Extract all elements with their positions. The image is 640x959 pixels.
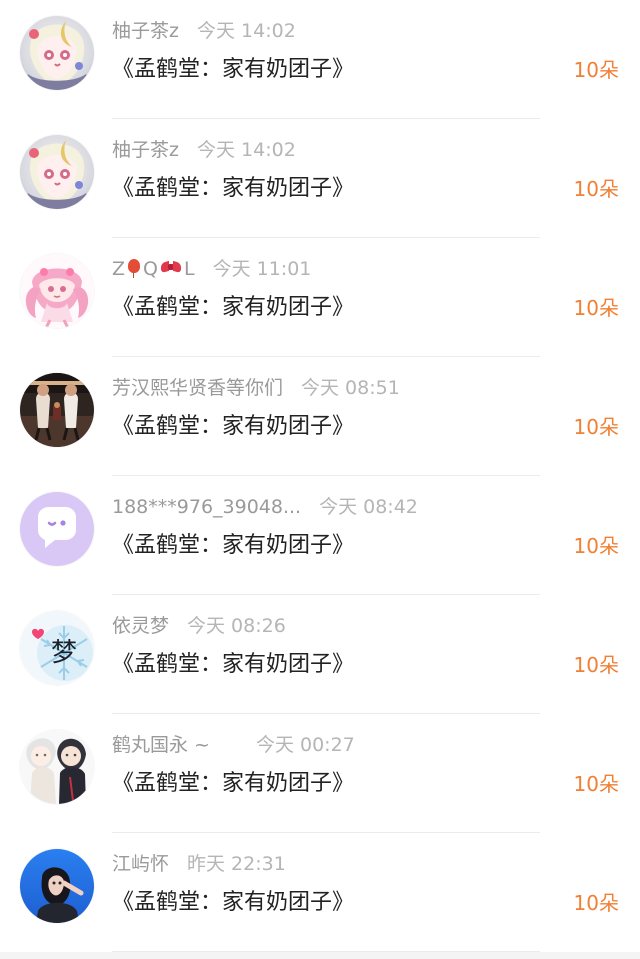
name-prefix: Z <box>112 258 126 280</box>
user-meta: 柚子茶z 今天 14:02 <box>112 18 296 44</box>
user-meta: 柚子茶z 今天 14:02 <box>112 137 296 163</box>
user-meta: Z Q L 今天 11:01 <box>112 256 311 282</box>
ribbon-knot <box>168 264 174 270</box>
list-item[interactable]: 芳汉熙华贤香等你们 今天 08:51 《孟鹤堂：家有奶团子》 10朵 <box>0 357 640 476</box>
work-title[interactable]: 《孟鹤堂：家有奶团子》 <box>112 768 354 800</box>
timestamp: 今天 08:42 <box>319 496 418 518</box>
name-middle: Q <box>143 258 158 280</box>
anime-girl-crescent-avatar[interactable] <box>20 16 94 90</box>
user-name[interactable]: 鹤丸国永 ~ <box>112 734 210 756</box>
row-divider <box>112 951 540 952</box>
timestamp: 今天 11:01 <box>212 258 312 280</box>
work-title[interactable]: 《孟鹤堂：家有奶团子》 <box>112 530 354 562</box>
user-name[interactable]: 芳汉熙华贤香等你们 <box>112 377 283 399</box>
gift-count: 10朵 <box>573 891 619 915</box>
work-title[interactable]: 《孟鹤堂：家有奶团子》 <box>112 292 354 324</box>
balloon-icon <box>127 259 141 278</box>
timestamp: 今天 14:02 <box>196 139 296 161</box>
user-meta: 188***976_39048... 今天 08:42 <box>112 494 418 520</box>
user-name[interactable]: ZQ L <box>112 258 195 280</box>
ribbon-bow-icon <box>160 259 182 277</box>
stage-performers-avatar[interactable] <box>20 373 94 447</box>
work-title[interactable]: 《孟鹤堂：家有奶团子》 <box>112 887 354 919</box>
gift-count: 10朵 <box>573 296 619 320</box>
user-meta: 依灵梦 今天 08:26 <box>112 613 286 639</box>
purple-chat-bubble-avatar[interactable] <box>20 492 94 566</box>
snowflake-dream-avatar[interactable]: 梦 <box>20 611 94 685</box>
timestamp: 昨天 22:31 <box>187 853 286 875</box>
timestamp: 今天 08:26 <box>187 615 286 637</box>
user-meta: 江屿怀 昨天 22:31 <box>112 851 286 877</box>
user-meta: 芳汉熙华贤香等你们 今天 08:51 <box>112 375 400 401</box>
gift-count: 10朵 <box>573 534 619 558</box>
anime-girl-crescent-avatar[interactable] <box>20 135 94 209</box>
name-suffix: L <box>184 258 195 280</box>
gift-count: 10朵 <box>573 177 619 201</box>
list-item[interactable]: 江屿怀 昨天 22:31 《孟鹤堂：家有奶团子》 10朵 <box>0 833 640 952</box>
work-title[interactable]: 《孟鹤堂：家有奶团子》 <box>112 173 354 205</box>
list-item[interactable]: Z Q L 今天 11:01 《孟鹤堂：家有奶团子》 10朵 <box>0 238 640 357</box>
work-title[interactable]: 《孟鹤堂：家有奶团子》 <box>112 411 354 443</box>
list-item[interactable]: 柚子茶z 今天 14:02 《孟鹤堂：家有奶团子》 10朵 <box>0 119 640 238</box>
gift-count: 10朵 <box>573 58 619 82</box>
gift-records-page: 柚子茶z 今天 14:02 《孟鹤堂：家有奶团子》 10朵 柚子茶z 今天 14… <box>0 0 640 959</box>
list-item[interactable]: 梦 依灵梦 今天 08:26 《孟鹤堂：家有奶团子》 10朵 <box>0 595 640 714</box>
work-title[interactable]: 《孟鹤堂：家有奶团子》 <box>112 54 354 86</box>
user-name[interactable]: 柚子茶z <box>112 139 179 161</box>
pink-hair-chibi-avatar[interactable] <box>20 254 94 328</box>
user-meta: 鹤丸国永 ~ 今天 00:27 <box>112 732 355 758</box>
timestamp: 今天 00:27 <box>255 734 355 756</box>
girl-blue-sky-avatar[interactable] <box>20 849 94 923</box>
user-name[interactable]: 柚子茶z <box>112 20 179 42</box>
user-name[interactable]: 依灵梦 <box>112 615 169 637</box>
work-title[interactable]: 《孟鹤堂：家有奶团子》 <box>112 649 354 681</box>
list-item[interactable]: 鹤丸国永 ~ 今天 00:27 《孟鹤堂：家有奶团子》 10朵 <box>0 714 640 833</box>
user-name[interactable]: 江屿怀 <box>112 853 169 875</box>
list-item[interactable]: 188***976_39048... 今天 08:42 《孟鹤堂：家有奶团子》 1… <box>0 476 640 595</box>
timestamp: 今天 14:02 <box>196 20 296 42</box>
timestamp: 今天 08:51 <box>301 377 400 399</box>
gift-count: 10朵 <box>573 653 619 677</box>
list-item[interactable]: 柚子茶z 今天 14:02 《孟鹤堂：家有奶团子》 10朵 <box>0 0 640 119</box>
gift-count: 10朵 <box>573 772 619 796</box>
two-anime-boys-avatar[interactable] <box>20 730 94 804</box>
gift-count: 10朵 <box>573 415 619 439</box>
user-name[interactable]: 188***976_39048... <box>112 496 301 518</box>
avatar-dream-text: 梦 <box>51 638 77 668</box>
